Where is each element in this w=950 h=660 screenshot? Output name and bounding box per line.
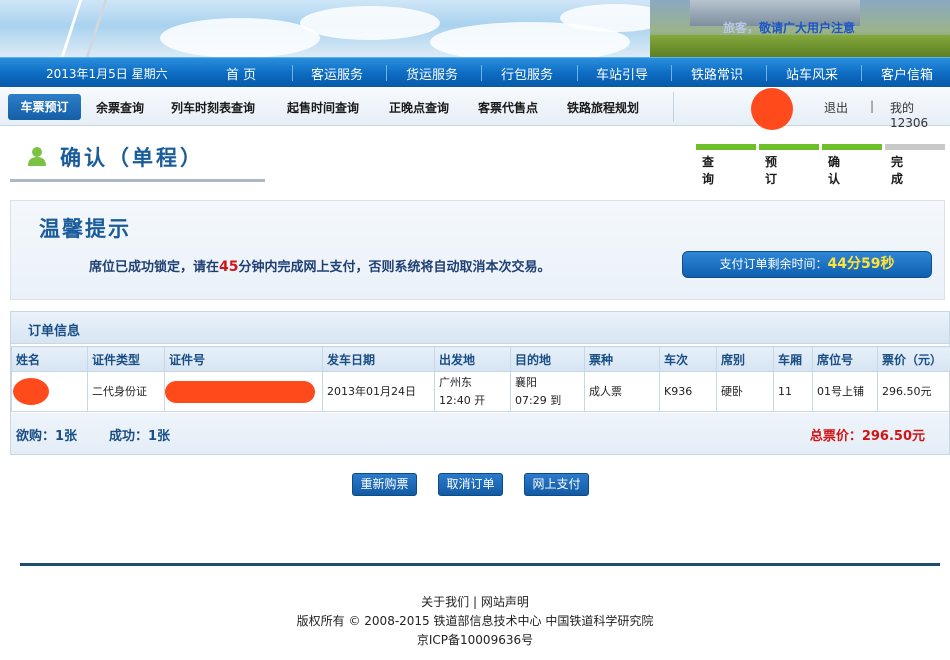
banner-notice: 旅客，敬请广大用户注意 (722, 21, 855, 35)
cell-from: 广州东 12:40 开 (434, 371, 511, 412)
step-bar-book (759, 144, 819, 150)
reminder-message: 席位已成功锁定，请在45分钟内完成网上支付，否则系统将自动取消本次交易。 (89, 259, 551, 275)
cell-from-time: 12:40 开 (439, 393, 486, 407)
nav-item-freight[interactable]: 货运服务 (406, 64, 458, 83)
total-price: 总票价：296.50元 (809, 429, 925, 444)
cell-seat-class: 硬卧 (716, 371, 774, 412)
col-ticket-type: 票种 (584, 346, 660, 372)
reminder-box: 温馨提示 席位已成功锁定，请在45分钟内完成网上支付，否则系统将自动取消本次交易… (10, 200, 945, 300)
col-from: 出发地 (434, 346, 511, 372)
redacted-name (13, 378, 49, 405)
step-label-search: 查询 (702, 155, 715, 186)
step-bar-search (696, 144, 756, 150)
cell-to-time: 07:29 到 (515, 393, 562, 407)
ticket-table: 姓名 证件类型 证件号 发车日期 出发地 目的地 票种 车次 席别 车厢 席位号… (11, 346, 950, 412)
col-depart-date: 发车日期 (322, 346, 435, 372)
cell-to: 襄阳 07:29 到 (510, 371, 585, 412)
col-id-number: 证件号 (164, 346, 323, 372)
my-12306-link[interactable]: 我的12306 (890, 99, 950, 130)
footer-divider (20, 563, 940, 566)
subnav-divider: | (870, 99, 875, 113)
page-title-bar: 确认（单程） (10, 136, 265, 182)
col-to: 目的地 (510, 346, 585, 372)
col-id-type: 证件类型 (87, 346, 165, 372)
nav-item-home[interactable]: 首 页 (226, 64, 256, 83)
col-car: 车厢 (773, 346, 813, 372)
step-bar-done (885, 144, 945, 150)
nav-item-station-guide[interactable]: 车站引导 (596, 64, 648, 83)
person-icon (28, 147, 46, 166)
subnav-timetable[interactable]: 列车时刻表查询 (171, 99, 255, 116)
step-label-confirm: 确认 (828, 155, 841, 186)
footer-links[interactable]: 关于我们 | 网站声明 (0, 593, 950, 610)
logout-link[interactable]: 退出 (824, 99, 848, 116)
nav-item-station-style[interactable]: 站车风采 (786, 64, 838, 83)
payment-countdown: 支付订单剩余时间：44分59秒 (682, 251, 932, 278)
cell-seat-no: 01号上铺 (812, 371, 878, 412)
subnav-delay-query[interactable]: 正晚点查询 (389, 99, 449, 116)
main-nav: 2013年1月5日 星期六 首 页 客运服务 货运服务 行包服务 车站引导 铁路… (0, 57, 950, 87)
cell-id-type: 二代身份证 (87, 371, 165, 412)
redacted-id-number (165, 381, 315, 403)
subnav-sale-time[interactable]: 起售时间查询 (287, 99, 359, 116)
subnav-ticket-booking[interactable]: 车票预订 (8, 94, 81, 120)
nav-item-mailbox[interactable]: 客户信箱 (881, 64, 933, 83)
footer-copyright: 版权所有 © 2008-2015 铁道部信息技术中心 中国铁道科学研究院 (296, 614, 654, 628)
col-price: 票价（元） (877, 346, 950, 372)
subnav-agents[interactable]: 客票代售点 (478, 99, 538, 116)
col-train: 车次 (659, 346, 717, 372)
pay-online-button[interactable]: 网上支付 (524, 473, 589, 496)
rebuy-button[interactable]: 重新购票 (352, 473, 417, 496)
want-count: 欲购：1张 (16, 429, 78, 444)
cell-price: 296.50元 (877, 371, 950, 412)
nav-item-luggage[interactable]: 行包服务 (501, 64, 553, 83)
nav-date: 2013年1月5日 星期六 (46, 67, 168, 81)
cancel-order-button[interactable]: 取消订单 (438, 473, 503, 496)
redacted-username (751, 88, 793, 130)
step-label-done: 完成 (891, 155, 904, 186)
cell-ticket-type: 成人票 (584, 371, 660, 412)
cell-depart-date: 2013年01月24日 (322, 371, 435, 412)
nav-item-passenger[interactable]: 客运服务 (311, 64, 363, 83)
col-seat-no: 席位号 (812, 346, 878, 372)
col-name: 姓名 (11, 346, 88, 372)
countdown-value: 44分59秒 (827, 256, 895, 272)
col-seat-class: 席别 (716, 346, 774, 372)
cell-car: 11 (773, 371, 813, 412)
subnav-remaining-tickets[interactable]: 余票查询 (96, 99, 144, 116)
table-row: 二代身份证 2013年01月24日 广州东 12:40 开 襄阳 07:29 到 成… (11, 371, 950, 412)
success-count: 成功：1张 (109, 429, 171, 444)
footer-icp: 京ICP备10009636号 (416, 633, 534, 647)
sub-nav: 车票预订 余票查询 列车时刻表查询 起售时间查询 正晚点查询 客票代售点 铁路旅… (0, 88, 950, 130)
order-summary: 欲购：1张 成功：1张 总票价：296.50元 (11, 413, 949, 454)
banner-rail-graphic (60, 0, 108, 57)
reminder-heading: 温馨提示 (39, 217, 131, 241)
payment-minutes: 45 (219, 259, 239, 275)
cell-train: K936 (659, 371, 717, 412)
site-banner: 旅客，敬请广大用户注意 (0, 0, 950, 57)
order-info-header: 订单信息 (11, 312, 949, 344)
subnav-trip-planning[interactable]: 铁路旅程规划 (567, 99, 639, 116)
step-label-book: 预订 (765, 155, 778, 186)
nav-item-railway-knowledge[interactable]: 铁路常识 (691, 64, 743, 83)
page-title: 确认（单程） (60, 146, 204, 170)
order-info-panel: 订单信息 姓名 证件类型 证件号 发车日期 出发地 目的地 票种 车次 席别 车… (10, 311, 950, 455)
step-bar-confirm (822, 144, 882, 150)
ticket-table-header: 姓名 证件类型 证件号 发车日期 出发地 目的地 票种 车次 席别 车厢 席位号… (11, 346, 950, 372)
order-info-heading: 订单信息 (28, 324, 81, 339)
